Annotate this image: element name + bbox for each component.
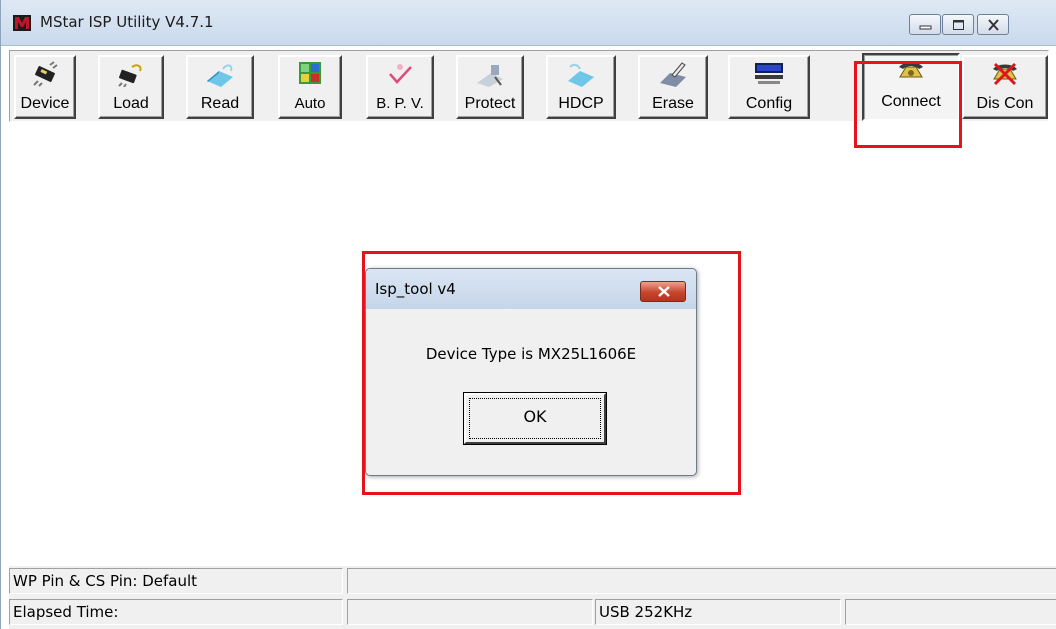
read-label: Read bbox=[200, 95, 240, 112]
disconnect-icon bbox=[993, 62, 1017, 86]
check-icon bbox=[389, 64, 412, 84]
connect-button[interactable]: Connect bbox=[862, 53, 960, 121]
disconnect-button[interactable]: Dis Con bbox=[962, 55, 1048, 119]
protect-button[interactable]: Protect bbox=[456, 55, 524, 119]
ok-label: OK bbox=[523, 407, 547, 426]
status-cell-empty-2 bbox=[347, 599, 593, 625]
dialog-close-button[interactable] bbox=[640, 281, 686, 302]
auto-label: Auto bbox=[294, 95, 326, 112]
close-button[interactable] bbox=[977, 14, 1009, 35]
auto-button[interactable]: Auto bbox=[278, 55, 342, 119]
auto-icon bbox=[299, 62, 321, 84]
device-label: Device bbox=[20, 95, 70, 112]
ok-button[interactable]: OK bbox=[463, 392, 607, 445]
minimize-button[interactable] bbox=[909, 14, 941, 35]
config-icon bbox=[755, 63, 783, 84]
hdcp-icon bbox=[568, 63, 594, 87]
mstar-logo-icon bbox=[13, 15, 31, 31]
hdcp-label: HDCP bbox=[558, 95, 604, 112]
protect-icon bbox=[477, 65, 503, 87]
load-button[interactable]: Load bbox=[98, 55, 164, 119]
minimize-icon bbox=[919, 25, 932, 30]
usb-speed-status: USB 252KHz bbox=[595, 599, 841, 625]
read-icon bbox=[207, 64, 233, 87]
disconnect-label: Dis Con bbox=[976, 95, 1034, 112]
title-bar[interactable]: MStar ISP Utility V4.7.1 bbox=[1, 0, 1056, 46]
message-dialog: Isp_tool v4 Device Type is MX25L1606E OK bbox=[365, 268, 697, 476]
close-icon bbox=[658, 286, 670, 297]
dialog-message: Device Type is MX25L1606E bbox=[425, 345, 637, 363]
read-button[interactable]: Read bbox=[186, 55, 254, 119]
wp-cs-pin-status: WP Pin & CS Pin: Default bbox=[9, 568, 343, 594]
hdcp-button[interactable]: HDCP bbox=[546, 55, 616, 119]
bpv-label: B. P. V. bbox=[376, 95, 424, 112]
erase-label: Erase bbox=[652, 95, 694, 112]
telephone-icon bbox=[899, 62, 923, 78]
device-button[interactable]: Device bbox=[14, 55, 76, 119]
dialog-body: Device Type is MX25L1606E OK bbox=[372, 309, 690, 469]
toolbar: Device Load Read Auto B. P. V. Protect H… bbox=[9, 50, 1049, 122]
elapsed-time-status: Elapsed Time: bbox=[9, 599, 343, 625]
config-label: Config bbox=[745, 95, 793, 112]
status-cell-empty-1 bbox=[347, 568, 1056, 594]
close-icon bbox=[988, 19, 999, 31]
connect-label: Connect bbox=[881, 93, 941, 110]
status-cell-empty-3 bbox=[845, 599, 1056, 625]
dialog-title: Isp_tool v4 bbox=[375, 280, 456, 298]
erase-icon bbox=[660, 62, 686, 87]
maximize-icon bbox=[953, 20, 964, 30]
dialog-title-bar[interactable]: Isp_tool v4 bbox=[366, 269, 696, 309]
erase-button[interactable]: Erase bbox=[638, 55, 708, 119]
status-bar: WP Pin & CS Pin: Default Elapsed Time: U… bbox=[9, 566, 1056, 629]
config-button[interactable]: Config bbox=[728, 55, 810, 119]
chip-icon bbox=[33, 61, 58, 87]
bpv-button[interactable]: B. P. V. bbox=[366, 55, 434, 119]
load-chip-icon bbox=[118, 64, 142, 87]
main-window: MStar ISP Utility V4.7.1 Device Load Rea… bbox=[0, 0, 1056, 629]
load-label: Load bbox=[113, 95, 149, 112]
protect-label: Protect bbox=[464, 95, 516, 112]
window-title: MStar ISP Utility V4.7.1 bbox=[40, 13, 214, 31]
maximize-button[interactable] bbox=[942, 14, 974, 35]
